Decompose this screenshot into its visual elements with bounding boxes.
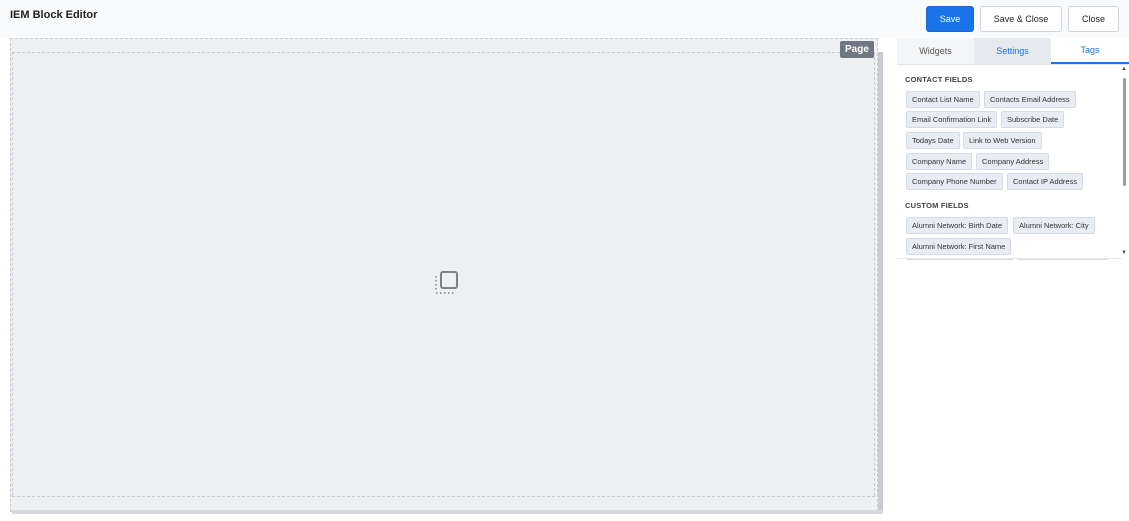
top-bar: IEM Block Editor Save Save & Close Close — [0, 0, 1129, 37]
save-button[interactable]: Save — [926, 6, 974, 32]
tag-chip-partial[interactable] — [906, 259, 1014, 260]
tag-chip-partial[interactable] — [1017, 259, 1109, 260]
tag-chip[interactable]: Email Confirmation Link — [906, 111, 998, 128]
contact-fields-title: CONTACT FIELDS — [905, 75, 973, 84]
tag-chip[interactable]: Alumni Network: First Name — [906, 238, 1012, 255]
tab-tags[interactable]: Tags — [1051, 38, 1129, 64]
side-panel: Widgets Settings Tags CONTACT FIELDS Con… — [897, 38, 1129, 521]
canvas-shadow-bottom — [12, 510, 883, 514]
custom-fields-title: CUSTOM FIELDS — [905, 201, 969, 210]
tag-chip[interactable]: Alumni Network: City — [1013, 217, 1095, 234]
tag-chip[interactable]: Todays Date — [906, 132, 960, 149]
tag-fields-list[interactable]: CONTACT FIELDS Contact List Name Contact… — [897, 66, 1122, 260]
panel-tabs: Widgets Settings Tags — [897, 38, 1129, 65]
tag-chip[interactable]: Contact List Name — [906, 91, 980, 108]
block-placeholder-icon — [434, 270, 460, 296]
save-close-button[interactable]: Save & Close — [980, 6, 1062, 32]
tag-chip[interactable]: Company Phone Number — [906, 173, 1003, 190]
tag-chip[interactable]: Subscribe Date — [1001, 111, 1065, 128]
fields-divider — [897, 258, 1122, 259]
scroll-up-icon[interactable]: ▲ — [1121, 66, 1127, 72]
tag-chip[interactable]: Company Address — [976, 153, 1050, 170]
page-block-bottom-border — [12, 496, 875, 497]
tag-chip[interactable]: Alumni Network: Birth Date — [906, 217, 1009, 234]
app-title: IEM Block Editor — [10, 9, 98, 21]
tag-chip[interactable]: Company Name — [906, 153, 973, 170]
tab-widgets[interactable]: Widgets — [897, 38, 974, 64]
tag-chip[interactable]: Contact IP Address — [1007, 173, 1084, 190]
tag-chip[interactable]: Link to Web Version — [963, 132, 1042, 149]
canvas-shadow-right — [878, 52, 883, 510]
tab-settings[interactable]: Settings — [974, 38, 1051, 64]
scrollbar-thumb[interactable] — [1123, 78, 1126, 186]
page-badge[interactable]: Page — [840, 41, 874, 58]
tag-chip[interactable]: Contacts Email Address — [984, 91, 1076, 108]
close-button[interactable]: Close — [1068, 6, 1119, 32]
scroll-down-icon[interactable]: ▼ — [1121, 250, 1127, 256]
